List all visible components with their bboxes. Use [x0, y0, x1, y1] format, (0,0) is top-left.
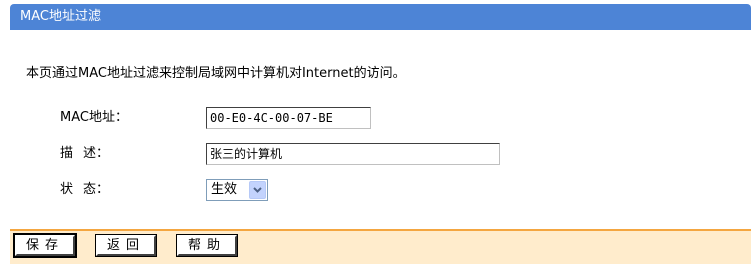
- state-label: 状态：: [60, 182, 110, 197]
- panel-content: [10, 30, 751, 229]
- help-button[interactable]: 帮助: [176, 234, 238, 257]
- panel-title-bar: MAC地址过滤: [10, 4, 751, 30]
- state-select[interactable]: 生效: [206, 179, 268, 201]
- description-label: 描述：: [60, 146, 110, 161]
- save-button[interactable]: 保存: [13, 233, 77, 258]
- back-button[interactable]: 返回: [95, 234, 157, 257]
- page-description: 本页通过MAC地址过滤来控制局域网中计算机对Internet的访问。: [26, 66, 406, 81]
- mac-address-label: MAC地址：: [60, 110, 128, 125]
- chevron-down-icon: [253, 187, 262, 193]
- description-input[interactable]: 张三的计算机: [206, 143, 500, 165]
- mac-filter-panel: MAC地址过滤 本页通过MAC地址过滤来控制局域网中计算机对Internet的访…: [0, 0, 751, 264]
- dropdown-button[interactable]: [249, 181, 266, 199]
- panel-title: MAC地址过滤: [20, 9, 101, 24]
- state-select-value: 生效: [211, 182, 238, 197]
- mac-address-input[interactable]: 00-E0-4C-00-07-BE: [206, 107, 371, 129]
